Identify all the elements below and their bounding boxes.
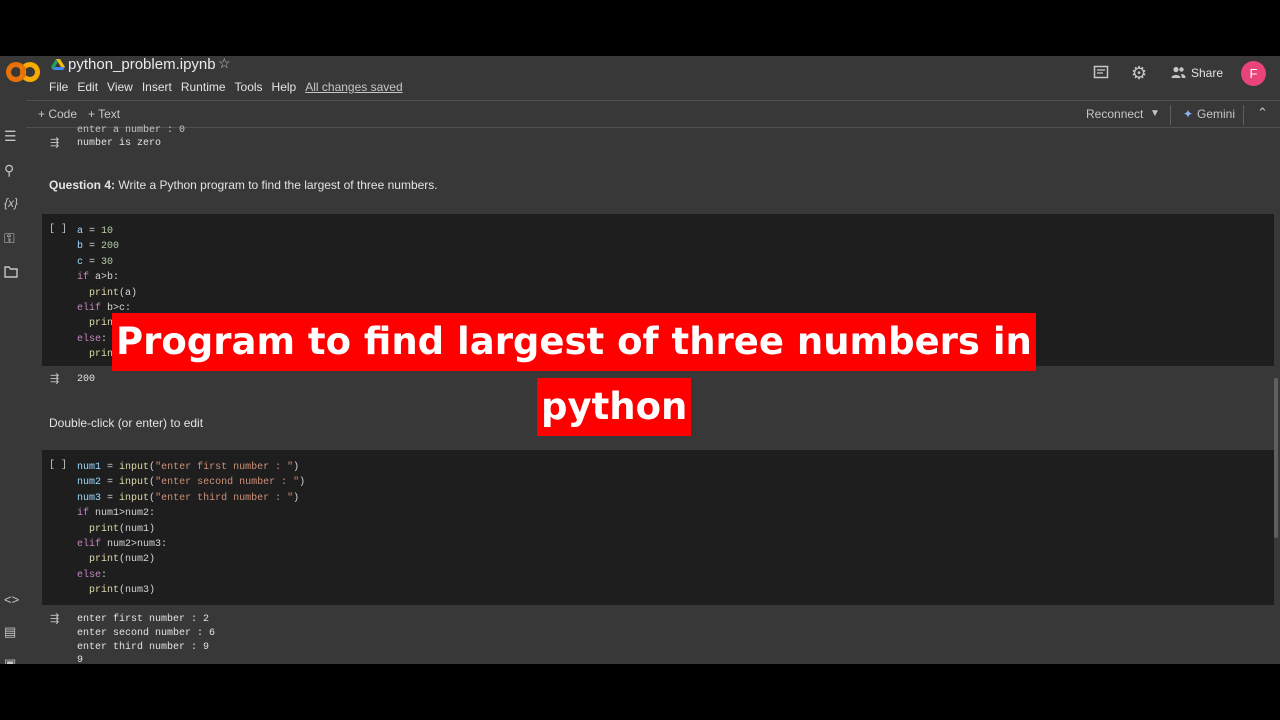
code-snippets-icon[interactable]: <> [4, 592, 19, 607]
gear-icon[interactable]: ⚙ [1131, 63, 1147, 84]
cell-output: 200 [77, 374, 96, 385]
menu-insert[interactable]: Insert [142, 80, 172, 94]
question-text: Question 4: Write a Python program to fi… [49, 178, 438, 192]
google-drive-icon [51, 59, 65, 70]
add-code-button[interactable]: + Code [38, 107, 77, 121]
menu-file[interactable]: File [49, 80, 68, 94]
menu-view[interactable]: View [107, 80, 133, 94]
output-line: number is zero [77, 138, 162, 149]
toolbar-divider [1243, 105, 1244, 125]
run-cell-button[interactable]: [ ] [49, 224, 67, 235]
question-body: Write a Python program to find the large… [118, 178, 438, 192]
folder-icon[interactable] [4, 266, 18, 278]
colab-logo[interactable] [6, 62, 40, 84]
menu-edit[interactable]: Edit [77, 80, 98, 94]
code-editor[interactable]: num1 = input("enter first number : ") nu… [77, 460, 305, 599]
share-button[interactable]: Share [1191, 66, 1223, 80]
command-palette-icon[interactable]: ▤ [4, 624, 16, 640]
output-line: enter second number : 6 [77, 628, 216, 639]
sidebar: ☰ ⚲ {x} ⚿ <> ▤ ▣ [0, 100, 26, 664]
comment-icon[interactable] [1093, 65, 1109, 81]
header: python_problem.ipynb ☆ File Edit View In… [0, 56, 1280, 100]
notebook-title[interactable]: python_problem.ipynb [68, 56, 216, 73]
output-line: 9 [77, 655, 84, 664]
toolbar: + Code + Text Reconnect ▼ ✦ Gemini ⌃ [0, 100, 1280, 128]
question-label: Question 4: [49, 178, 116, 192]
people-icon[interactable] [1171, 66, 1186, 79]
title-banner-line2: python [537, 378, 692, 436]
output-icon[interactable]: ⇶ [50, 372, 59, 385]
output-icon[interactable]: ⇶ [50, 136, 59, 149]
code-cell[interactable]: [ ] num1 = input("enter first number : "… [42, 450, 1274, 605]
menu-tools[interactable]: Tools [235, 80, 263, 94]
run-cell-button[interactable]: [ ] [49, 460, 67, 471]
menu-help[interactable]: Help [272, 80, 297, 94]
search-icon[interactable]: ⚲ [4, 162, 14, 179]
chevron-down-icon[interactable]: ▼ [1150, 108, 1160, 119]
variables-icon[interactable]: {x} [4, 196, 18, 210]
title-banner-line1: Program to find largest of three numbers… [112, 313, 1036, 371]
gemini-icon: ✦ [1183, 107, 1194, 121]
toc-icon[interactable]: ☰ [4, 128, 17, 145]
avatar[interactable]: F [1241, 61, 1266, 86]
scrollbar[interactable] [1274, 378, 1278, 538]
add-text-button[interactable]: + Text [88, 107, 120, 121]
output-line: enter a number : 0 [77, 125, 186, 136]
chevron-up-icon[interactable]: ⌃ [1257, 105, 1268, 121]
key-icon[interactable]: ⚿ [4, 230, 15, 247]
save-status[interactable]: All changes saved [305, 80, 402, 94]
text-cell-placeholder[interactable]: Double-click (or enter) to edit [49, 416, 203, 430]
menu-runtime[interactable]: Runtime [181, 80, 226, 94]
star-icon[interactable]: ☆ [218, 56, 231, 72]
output-line: enter first number : 2 [77, 614, 210, 625]
output-line: enter third number : 9 [77, 642, 210, 653]
reconnect-button[interactable]: Reconnect [1086, 107, 1143, 121]
gemini-button[interactable]: Gemini [1197, 107, 1235, 121]
menu-bar: File Edit View Insert Runtime Tools Help… [49, 80, 412, 94]
toolbar-divider [1170, 105, 1171, 125]
output-icon[interactable]: ⇶ [50, 612, 59, 625]
terminal-icon[interactable]: ▣ [4, 656, 16, 664]
